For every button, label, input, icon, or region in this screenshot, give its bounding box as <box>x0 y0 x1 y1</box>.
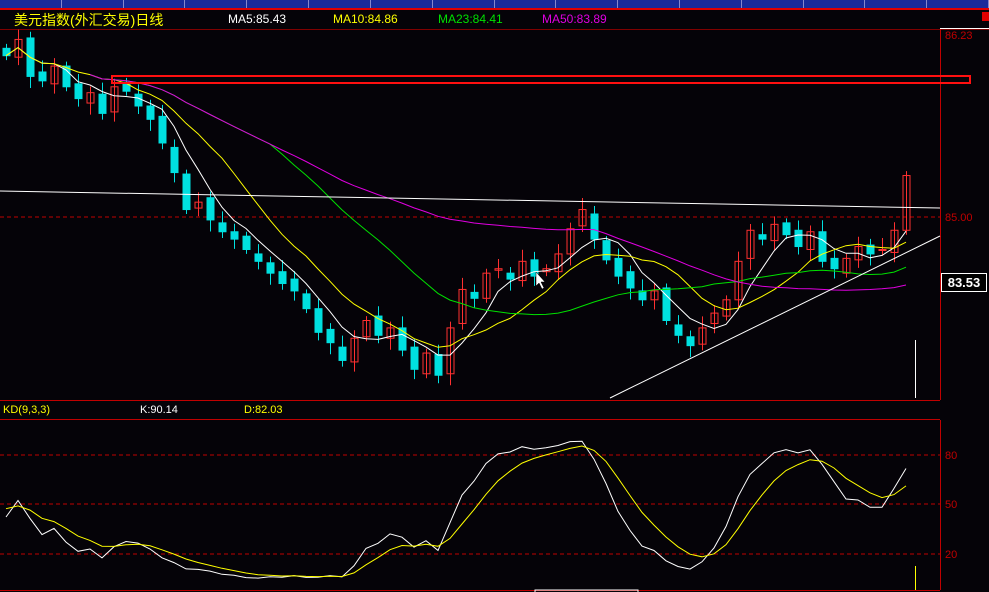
candle-down <box>146 105 155 120</box>
kd-header: KD(9,3,3) K:90.14 D:82.03 <box>0 400 940 420</box>
candle-down <box>242 235 251 250</box>
d-value: D:82.03 <box>244 404 283 416</box>
candle-down <box>266 262 275 274</box>
kd-tick-20: 20 <box>945 549 957 561</box>
k-value: K:90.14 <box>140 404 178 416</box>
candle-down <box>614 257 623 277</box>
candle-down <box>230 231 239 240</box>
candle-down <box>206 197 215 221</box>
candle-up <box>878 248 887 251</box>
candle-down <box>326 328 335 344</box>
candle-down <box>254 253 263 262</box>
candle-down <box>758 234 767 240</box>
price-chart[interactable]: 86.23 85.00 80 50 20 <box>0 0 989 592</box>
candle-down <box>314 308 323 333</box>
candle-down <box>818 231 827 262</box>
resistance-line <box>0 190 941 209</box>
candle-down <box>794 229 803 248</box>
candle-down <box>470 291 479 299</box>
support-trendline <box>609 235 941 399</box>
highlight-rectangle <box>111 75 971 84</box>
candle-down <box>74 83 83 100</box>
candle-down <box>830 257 839 270</box>
candle-down <box>626 271 635 289</box>
d-line <box>5 445 907 578</box>
kd-tick-80: 80 <box>945 450 957 462</box>
candle-down <box>290 278 299 292</box>
candle-down <box>506 272 515 280</box>
candle-down <box>134 93 143 107</box>
current-price-box: 83.53 <box>941 273 987 292</box>
candle-down <box>218 222 227 233</box>
k-line <box>5 440 907 579</box>
candle-down <box>782 222 791 236</box>
kd-tick-50: 50 <box>945 499 957 511</box>
candle-down <box>158 115 167 144</box>
candle-down <box>98 93 107 114</box>
candle-down <box>602 240 611 261</box>
price-tick-top: 86.23 <box>945 30 973 42</box>
candle-down <box>686 336 695 347</box>
candle-down <box>182 173 191 211</box>
candle-down <box>434 354 443 376</box>
candle-down <box>278 271 287 285</box>
mouse-cursor-icon <box>535 271 546 290</box>
ma50-line <box>89 74 907 291</box>
candle-down <box>590 213 599 240</box>
candle-down <box>674 324 683 336</box>
kd-lines <box>5 440 907 579</box>
candle-down <box>2 47 11 57</box>
candle-down <box>170 146 179 174</box>
kd-name: KD(9,3,3) <box>3 404 51 416</box>
candle-down <box>338 346 347 361</box>
candle-down <box>302 293 311 310</box>
candle-down <box>38 71 47 82</box>
candle-down <box>410 346 419 370</box>
price-tick-85: 85.00 <box>945 212 973 224</box>
